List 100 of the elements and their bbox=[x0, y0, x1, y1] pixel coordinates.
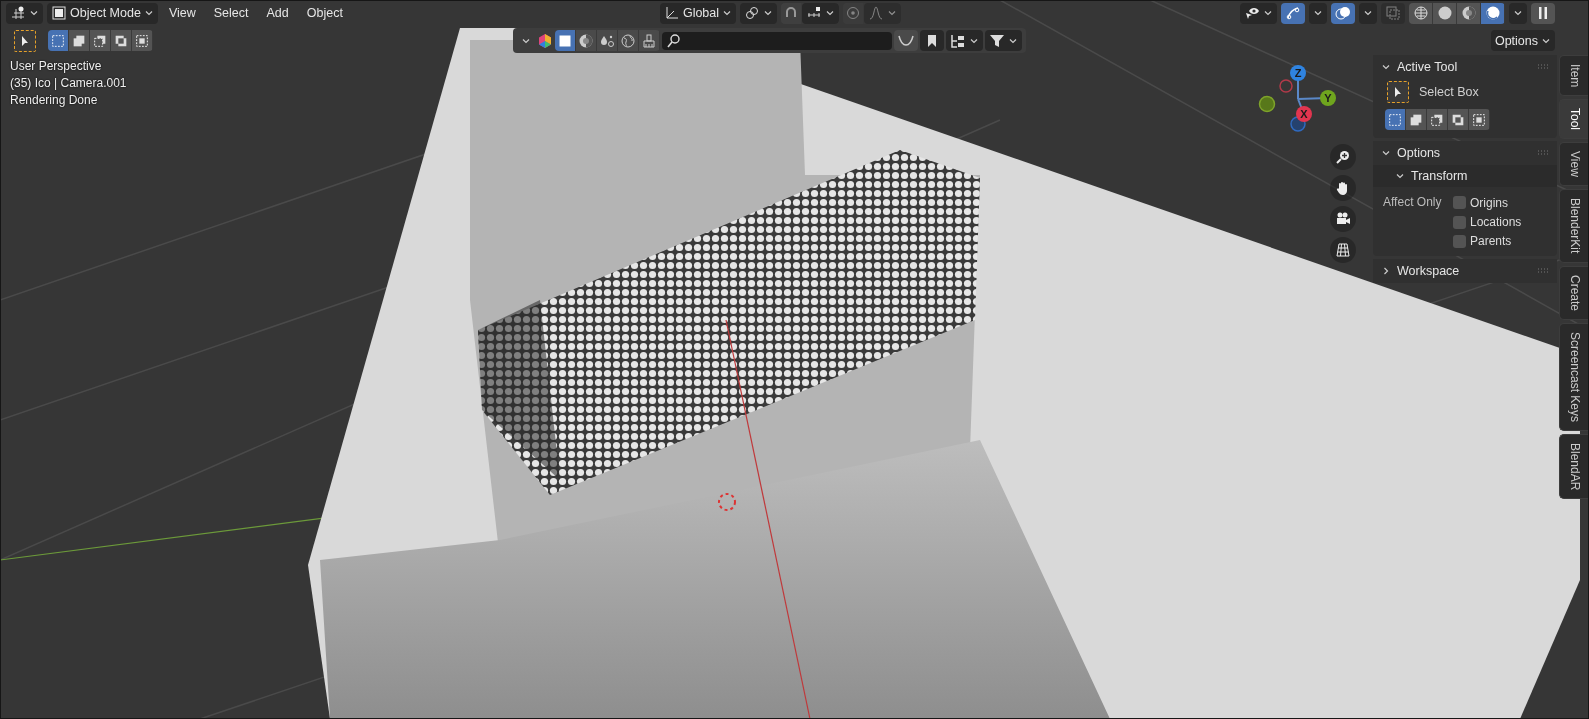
search-field[interactable] bbox=[662, 31, 892, 50]
viewport-info-text: Rendering Done bbox=[10, 93, 99, 107]
gizmo-dropdown[interactable] bbox=[1309, 2, 1327, 24]
brush-icon bbox=[641, 32, 657, 49]
axis-gizmo[interactable]: Z Y X bbox=[1256, 63, 1344, 141]
drops-button[interactable] bbox=[597, 30, 617, 51]
menu-item[interactable]: Add bbox=[259, 6, 296, 20]
gizmo-toggle[interactable] bbox=[1281, 2, 1305, 24]
new-selection-icon bbox=[50, 32, 66, 49]
intersect-selection-button[interactable] bbox=[132, 30, 152, 51]
pause-button[interactable] bbox=[1531, 2, 1555, 24]
collapse-button[interactable] bbox=[894, 30, 918, 51]
pan-button[interactable] bbox=[1330, 175, 1356, 201]
search-icon bbox=[666, 32, 682, 49]
chevron-icon bbox=[1381, 148, 1391, 158]
overlay-toggle[interactable] bbox=[1331, 2, 1355, 24]
visibility-dropdown[interactable] bbox=[1240, 2, 1277, 24]
sidebar-tab[interactable]: BlenderKit bbox=[1559, 189, 1589, 263]
invert-selection-button[interactable] bbox=[111, 30, 131, 51]
editor-type-button[interactable] bbox=[6, 2, 43, 24]
viewport-info-text: (35) Ico | Camera.001 bbox=[10, 76, 127, 90]
wireframe-sphere-button[interactable] bbox=[1409, 2, 1432, 24]
affect-only-label: Affect Only bbox=[1383, 195, 1443, 210]
options-dropdown[interactable]: Options bbox=[1490, 30, 1555, 51]
pivot-dropdown[interactable] bbox=[740, 2, 778, 24]
curve-icon bbox=[1285, 5, 1301, 21]
chevron-icon bbox=[825, 8, 836, 18]
snap-toggle[interactable] bbox=[781, 2, 802, 24]
camera-button[interactable] bbox=[1330, 206, 1356, 232]
material-sphere-icon bbox=[1460, 5, 1477, 21]
menu-item[interactable]: View bbox=[161, 6, 203, 20]
color-wheel-icon bbox=[537, 32, 553, 49]
overlapping-squares-icon bbox=[1385, 5, 1401, 21]
sidebar-tab[interactable]: View bbox=[1559, 142, 1589, 187]
overlapping-circles-icon bbox=[1335, 5, 1351, 21]
menu-item[interactable]: Object bbox=[299, 6, 350, 20]
drag-handle-icon[interactable] bbox=[1537, 64, 1549, 70]
new-selection-button[interactable] bbox=[1385, 109, 1405, 130]
material-sphere-button[interactable] bbox=[1457, 2, 1480, 24]
movie-camera-icon bbox=[1335, 211, 1351, 227]
panel-header[interactable]: Workspace bbox=[1373, 259, 1557, 283]
target-circle-icon bbox=[845, 5, 862, 21]
select-tool-button[interactable] bbox=[1387, 81, 1409, 103]
new-selection-icon bbox=[1387, 111, 1403, 128]
checkbox[interactable]: Origins bbox=[1453, 195, 1547, 210]
drag-handle-icon[interactable] bbox=[1537, 150, 1549, 156]
tool-name: Select Box bbox=[1419, 85, 1479, 99]
intersect-selection-button[interactable] bbox=[1469, 109, 1489, 130]
eye-cursor-icon bbox=[1244, 5, 1260, 21]
grid-button[interactable] bbox=[1330, 237, 1356, 263]
sidebar-tab[interactable]: Tool bbox=[1559, 99, 1589, 140]
mode-dropdown[interactable]: Object Mode bbox=[47, 2, 158, 24]
shading-dropdown[interactable] bbox=[1509, 2, 1527, 24]
chevron-icon bbox=[143, 8, 154, 18]
square-icon bbox=[557, 32, 573, 49]
rendered-sphere-button[interactable] bbox=[1481, 2, 1504, 24]
grid-icon bbox=[1335, 242, 1351, 258]
filter-dropdown[interactable] bbox=[985, 30, 1022, 51]
wireframe-sphere-icon bbox=[1412, 5, 1429, 21]
select-tool-button[interactable] bbox=[14, 29, 36, 52]
chevron-icon bbox=[1381, 266, 1391, 276]
solid-sphere-icon bbox=[1436, 5, 1453, 21]
xray-toggle[interactable] bbox=[1381, 2, 1405, 24]
invert-selection-button[interactable] bbox=[1448, 109, 1468, 130]
subpanel-header[interactable]: Transform bbox=[1373, 165, 1557, 187]
sidebar-tab[interactable]: Create bbox=[1559, 265, 1589, 320]
hierarchy-dropdown[interactable] bbox=[946, 30, 983, 51]
solid-sphere-button[interactable] bbox=[555, 30, 575, 51]
chevron-icon bbox=[1381, 62, 1391, 72]
subtract-selection-button[interactable] bbox=[1427, 109, 1447, 130]
material-sphere-button[interactable] bbox=[576, 30, 596, 51]
chevron-icon bbox=[29, 8, 39, 18]
subtract-selection-button[interactable] bbox=[90, 30, 110, 51]
globe-button[interactable] bbox=[618, 30, 638, 51]
chevron-icon bbox=[1395, 171, 1405, 181]
new-selection-button[interactable] bbox=[48, 30, 68, 51]
checkbox[interactable]: Locations bbox=[1453, 215, 1547, 229]
menu-item[interactable]: Select bbox=[206, 6, 256, 20]
solid-sphere-button[interactable] bbox=[1433, 2, 1456, 24]
snap-target-dropdown[interactable] bbox=[802, 2, 840, 24]
chevron-icon bbox=[722, 8, 733, 18]
extend-selection-button[interactable] bbox=[69, 30, 89, 51]
sidebar-tab[interactable]: BlendAR bbox=[1559, 433, 1589, 499]
chevron-icon bbox=[763, 8, 774, 18]
checkbox[interactable]: Parents bbox=[1453, 234, 1547, 248]
drag-handle-icon[interactable] bbox=[1537, 268, 1549, 274]
brush-button[interactable] bbox=[639, 30, 659, 51]
extend-selection-button[interactable] bbox=[1406, 109, 1426, 130]
chevron-icon bbox=[1263, 8, 1273, 18]
zoom-icon bbox=[1335, 149, 1351, 165]
sidebar-tab[interactable]: Item bbox=[1559, 55, 1589, 97]
falloff-dropdown[interactable] bbox=[864, 2, 902, 24]
sidebar-tab[interactable]: Screencast Keys bbox=[1559, 322, 1589, 431]
zoom-button[interactable] bbox=[1330, 144, 1356, 170]
material-sphere-icon bbox=[578, 32, 594, 49]
chevron-icon bbox=[887, 8, 898, 18]
overlay-dropdown[interactable] bbox=[1359, 2, 1377, 24]
bookmark-button[interactable] bbox=[920, 30, 944, 51]
intersect-selection-icon bbox=[1471, 111, 1487, 128]
cube-icon bbox=[51, 5, 67, 21]
